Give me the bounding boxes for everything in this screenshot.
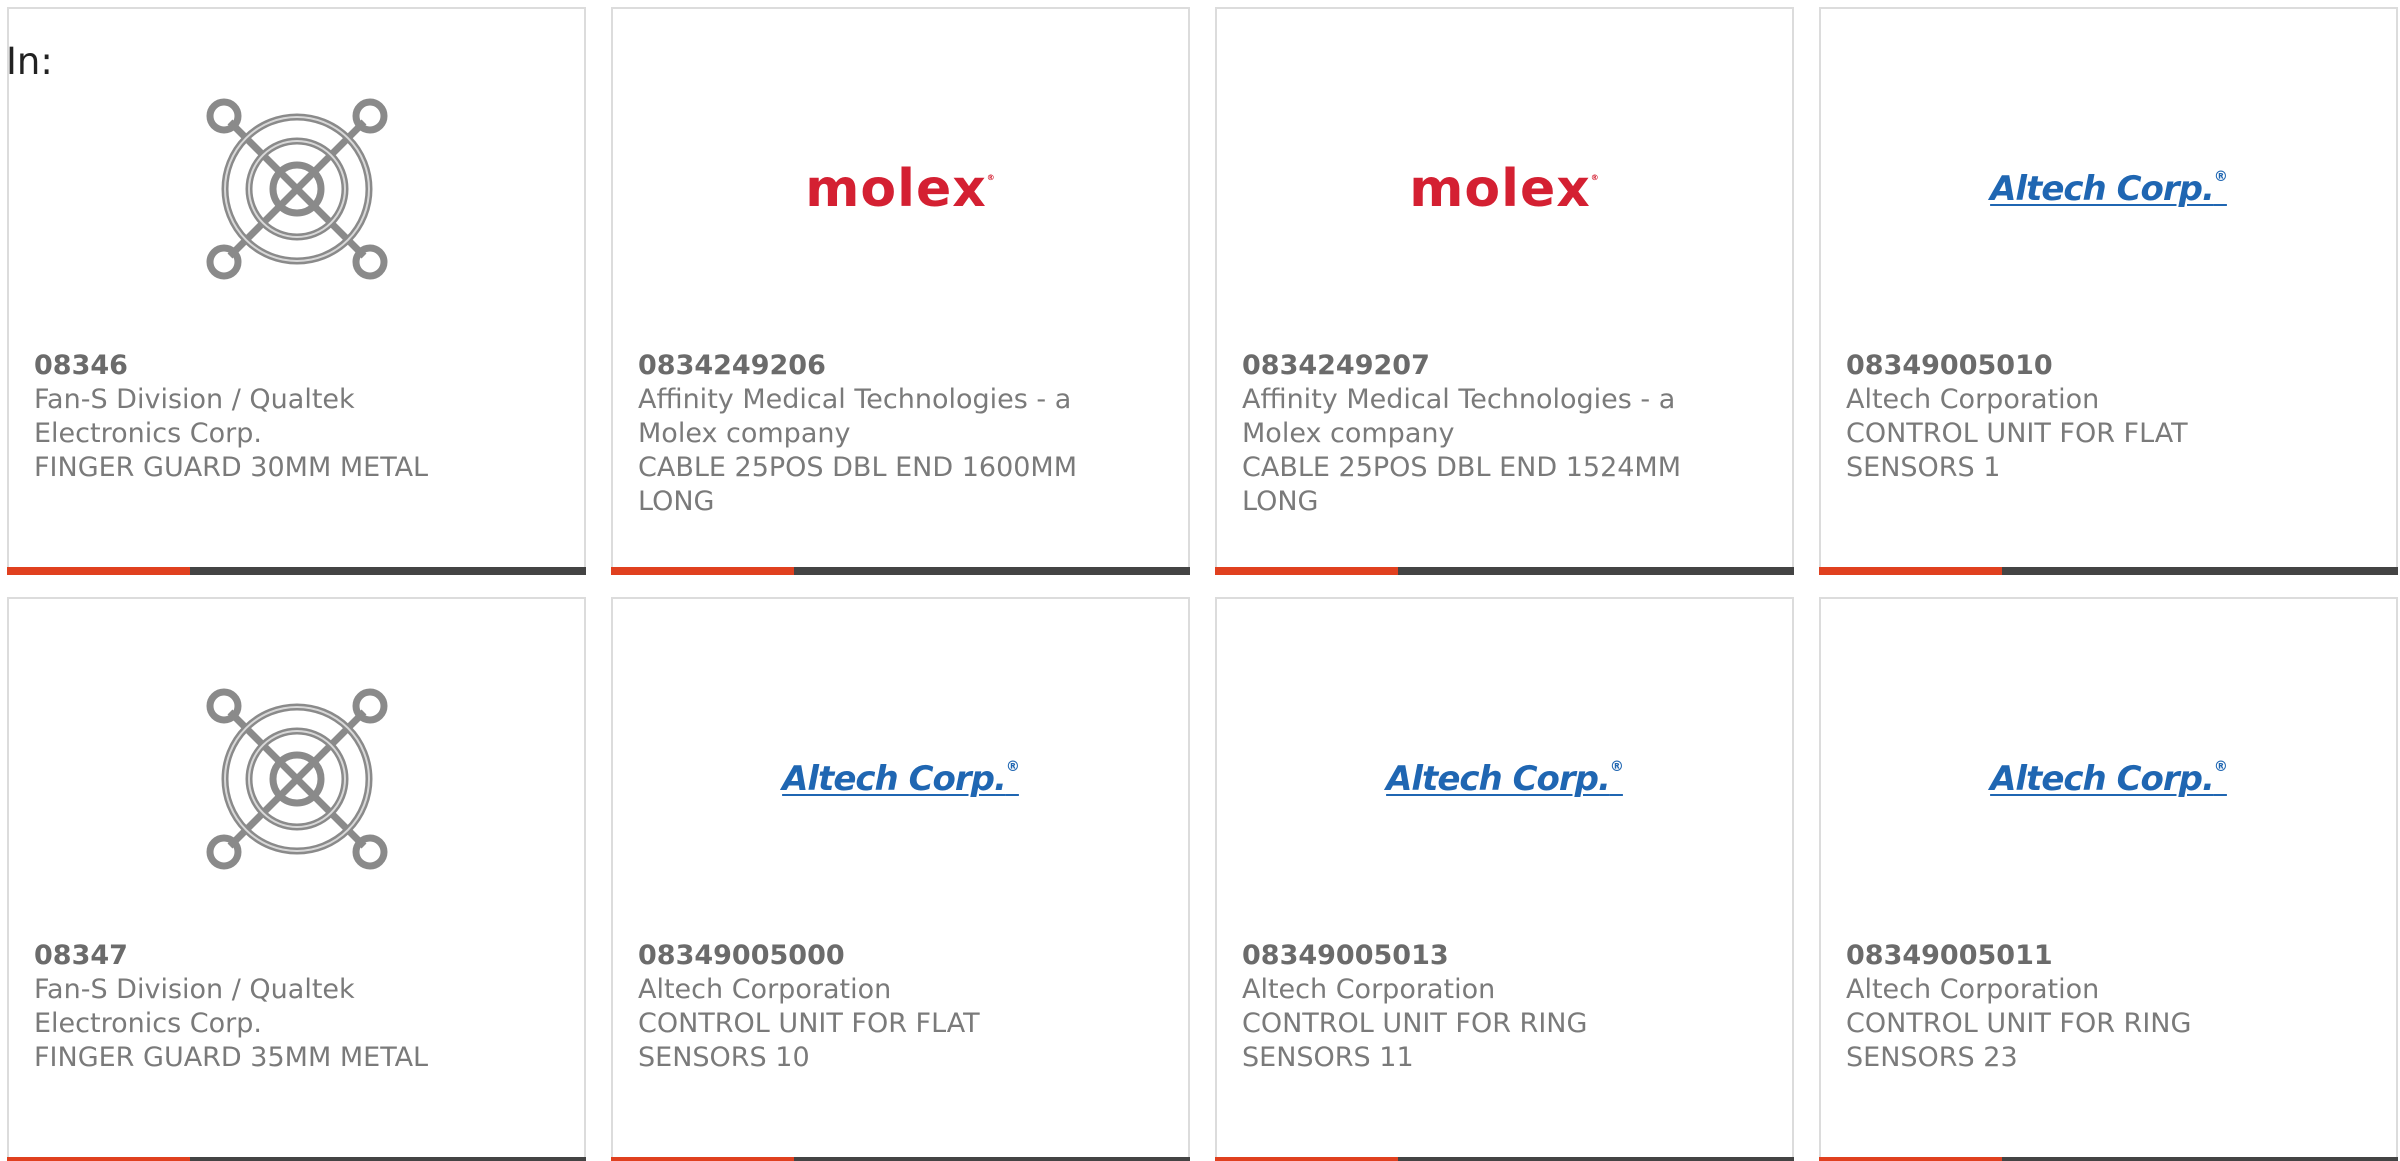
in-label: In: — [6, 40, 53, 83]
card-accent — [1215, 1157, 1398, 1161]
part-number[interactable]: 08346 — [34, 349, 474, 383]
part-number[interactable]: 08349005010 — [1846, 349, 2286, 383]
finger-guard-icon — [206, 688, 387, 870]
card-bottom-bar — [611, 1157, 1190, 1161]
altech-logo-text: Altech Corp. — [782, 759, 1007, 799]
altech-logo-text: Altech Corp. — [1386, 759, 1611, 799]
product-image: molex® — [613, 69, 1188, 309]
description: FINGER GUARD 35MM METAL — [34, 1042, 429, 1073]
molex-logo-text: molex — [805, 159, 987, 219]
molex-logo-mark: ® — [986, 173, 996, 182]
card-bottom-bar — [7, 1157, 586, 1161]
card-accent — [611, 567, 794, 575]
product-card[interactable]: Altech Corp.® 08349005011 Altech Corpora… — [1819, 597, 2398, 1161]
product-image: Altech Corp.® — [613, 659, 1188, 899]
manufacturer: Altech Corporation — [1846, 384, 2100, 415]
part-number[interactable]: 0834249207 — [1242, 349, 1682, 383]
part-number[interactable]: 08349005000 — [638, 939, 1078, 973]
molex-logo-text: molex — [1409, 159, 1591, 219]
product-card[interactable]: Altech Corp.® 08349005000 Altech Corpora… — [611, 597, 1190, 1161]
product-details: 08349005010 Altech Corporation CONTROL U… — [1846, 349, 2286, 485]
product-image: Altech Corp.® — [1217, 659, 1792, 899]
product-card[interactable]: Altech Corp.® 08349005013 Altech Corpora… — [1215, 597, 1794, 1161]
description: CONTROL UNIT FOR RING SENSORS 11 — [1242, 1008, 1588, 1073]
description: FINGER GUARD 30MM METAL — [34, 452, 429, 483]
molex-logo: molex® — [1409, 159, 1600, 219]
product-card[interactable]: Altech Corp.® 08349005010 Altech Corpora… — [1819, 7, 2398, 575]
product-card[interactable]: molex® 0834249206 Affinity Medical Techn… — [611, 7, 1190, 575]
altech-logo: Altech Corp.® — [1386, 759, 1624, 799]
product-card[interactable]: 08347 Fan-S Division / Qualtek Electroni… — [7, 597, 586, 1161]
description: CABLE 25POS DBL END 1524MM LONG — [1242, 452, 1682, 517]
product-details: 08349005013 Altech Corporation CONTROL U… — [1242, 939, 1682, 1075]
card-accent — [611, 1157, 794, 1161]
manufacturer: Affinity Medical Technologies - a Molex … — [638, 384, 1072, 449]
manufacturer: Affinity Medical Technologies - a Molex … — [1242, 384, 1676, 449]
finger-guard-icon — [206, 98, 387, 280]
product-results-page: In: 08346 Fan-S Division / Qualtek Elect… — [0, 0, 2400, 1161]
manufacturer: Fan-S Division / Qualtek Electronics Cor… — [34, 974, 355, 1039]
product-image — [9, 69, 584, 309]
product-image: Altech Corp.® — [1821, 659, 2396, 899]
molex-logo: molex® — [805, 159, 996, 219]
card-bottom-bar — [611, 567, 1190, 575]
product-image: molex® — [1217, 69, 1792, 309]
description: CABLE 25POS DBL END 1600MM LONG — [638, 452, 1078, 517]
card-accent — [7, 1157, 190, 1161]
altech-logo-text: Altech Corp. — [1990, 759, 2215, 799]
card-bottom-bar — [1215, 1157, 1794, 1161]
product-image — [9, 659, 584, 899]
card-bottom-bar — [7, 567, 586, 575]
description: CONTROL UNIT FOR FLAT SENSORS 10 — [638, 1008, 980, 1073]
altech-logo: Altech Corp.® — [782, 759, 1020, 799]
altech-logo: Altech Corp.® — [1990, 169, 2228, 209]
altech-logo: Altech Corp.® — [1990, 759, 2228, 799]
card-accent — [7, 567, 190, 575]
card-accent — [1819, 567, 2002, 575]
manufacturer: Altech Corporation — [1242, 974, 1496, 1005]
product-details: 0834249206 Affinity Medical Technologies… — [638, 349, 1078, 519]
manufacturer: Altech Corporation — [638, 974, 892, 1005]
card-accent — [1819, 1157, 2002, 1161]
part-number[interactable]: 0834249206 — [638, 349, 1078, 383]
molex-logo-mark: ® — [1590, 173, 1600, 182]
product-details: 08349005011 Altech Corporation CONTROL U… — [1846, 939, 2286, 1075]
description: CONTROL UNIT FOR FLAT SENSORS 1 — [1846, 418, 2188, 483]
product-card[interactable]: 08346 Fan-S Division / Qualtek Electroni… — [7, 7, 586, 575]
product-card[interactable]: molex® 0834249207 Affinity Medical Techn… — [1215, 7, 1794, 575]
product-details: 08347 Fan-S Division / Qualtek Electroni… — [34, 939, 474, 1075]
card-accent — [1215, 567, 1398, 575]
altech-logo-mark: ® — [1005, 759, 1020, 775]
description: CONTROL UNIT FOR RING SENSORS 23 — [1846, 1008, 2192, 1073]
product-details: 08349005000 Altech Corporation CONTROL U… — [638, 939, 1078, 1075]
altech-logo-mark: ® — [2213, 169, 2228, 185]
altech-logo-mark: ® — [2213, 759, 2228, 775]
part-number[interactable]: 08349005011 — [1846, 939, 2286, 973]
product-details: 0834249207 Affinity Medical Technologies… — [1242, 349, 1682, 519]
altech-logo-mark: ® — [1609, 759, 1624, 775]
card-bottom-bar — [1819, 567, 2398, 575]
manufacturer: Altech Corporation — [1846, 974, 2100, 1005]
product-image: Altech Corp.® — [1821, 69, 2396, 309]
product-details: 08346 Fan-S Division / Qualtek Electroni… — [34, 349, 474, 485]
product-grid: 08346 Fan-S Division / Qualtek Electroni… — [7, 7, 2398, 1161]
card-bottom-bar — [1215, 567, 1794, 575]
manufacturer: Fan-S Division / Qualtek Electronics Cor… — [34, 384, 355, 449]
card-bottom-bar — [1819, 1157, 2398, 1161]
altech-logo-text: Altech Corp. — [1990, 169, 2215, 209]
part-number[interactable]: 08347 — [34, 939, 474, 973]
part-number[interactable]: 08349005013 — [1242, 939, 1682, 973]
